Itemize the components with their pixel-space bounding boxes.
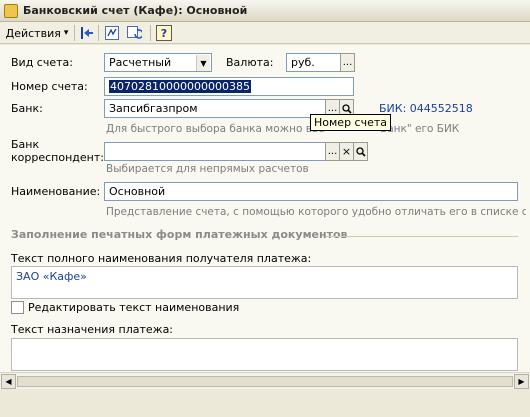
currency-value: руб. xyxy=(291,56,315,69)
help-button[interactable]: ? xyxy=(156,25,172,41)
scroll-left-icon[interactable]: ◀ xyxy=(1,374,16,389)
section-divider xyxy=(326,236,518,237)
bank-field[interactable]: Запсибгазпром xyxy=(104,99,326,118)
correspondent-clear-button[interactable]: × xyxy=(339,142,354,161)
bank-hint: Для быстрого выбора банка можно вве xyxy=(106,123,325,135)
edit-name-checkbox[interactable] xyxy=(11,301,24,314)
correspondent-hint: Выбирается для непрямых расчетов xyxy=(106,163,309,175)
window-bottom xyxy=(0,389,530,417)
name-field[interactable]: Основной xyxy=(104,182,518,201)
edit-name-checkbox-label[interactable]: Редактировать текст наименования xyxy=(28,301,239,314)
recipient-text-value: ЗАО «Кафе» xyxy=(16,270,87,283)
correspondent-bank-field[interactable] xyxy=(104,142,326,161)
bank-value: Запсибгазпром xyxy=(109,102,198,115)
correspondent-search-button[interactable] xyxy=(353,142,368,161)
recipient-text-label: Текст полного наименования получателя пл… xyxy=(11,252,312,265)
correspondent-label-line2: корреспондент: xyxy=(11,151,104,164)
toolbar-separator xyxy=(98,25,99,41)
purpose-text-area[interactable] xyxy=(11,338,518,371)
sync-icon[interactable] xyxy=(126,25,142,41)
purpose-text-label: Текст назначения платежа: xyxy=(11,323,174,336)
dropdown-arrow-icon[interactable]: ▼ xyxy=(196,55,210,71)
correspondent-select-button[interactable]: ... xyxy=(325,142,340,161)
window-title: Банковский счет (Кафе): Основной xyxy=(23,4,248,17)
currency-label: Валюта: xyxy=(226,56,274,69)
form-content: Вид счета: Расчетный ▼ Валюта: руб. ... … xyxy=(0,45,530,417)
search-icon xyxy=(355,146,366,157)
title-bar: Банковский счет (Кафе): Основной xyxy=(0,0,530,22)
search-icon xyxy=(341,103,352,114)
account-type-value: Расчетный xyxy=(109,56,172,69)
toolbar-separator xyxy=(150,25,151,41)
account-type-label: Вид счета: xyxy=(11,56,73,69)
app-icon xyxy=(4,4,18,18)
recipient-text-area[interactable]: ЗАО «Кафе» xyxy=(11,266,518,299)
currency-select-button[interactable]: ... xyxy=(340,53,355,72)
bank-hint-tail: Банк" его БИК xyxy=(380,123,460,135)
horizontal-scrollbar[interactable]: ◀ ▶ xyxy=(0,372,530,389)
formula-icon[interactable] xyxy=(104,25,120,41)
account-number-value: 40702810000000000385 xyxy=(109,80,251,93)
toolbar-separator xyxy=(74,25,75,41)
actions-label: Действия xyxy=(5,26,61,40)
correspondent-label-line1: Банк xyxy=(11,138,40,151)
chevron-down-icon: ▾ xyxy=(63,28,69,38)
name-value: Основной xyxy=(109,185,166,198)
scroll-right-icon[interactable]: ▶ xyxy=(514,374,529,389)
bik-text: БИК: 044552518 xyxy=(379,102,473,115)
name-hint: Представление счета, с помощью которого … xyxy=(106,206,526,218)
account-number-field[interactable]: 40702810000000000385 xyxy=(104,77,354,96)
go-back-icon[interactable] xyxy=(79,25,95,41)
tooltip: Номер счета xyxy=(310,114,392,131)
account-number-label: Номер счета: xyxy=(11,80,88,93)
print-section-title: Заполнение печатных форм платежных докум… xyxy=(11,228,348,241)
scroll-thumb[interactable] xyxy=(17,376,513,387)
currency-field[interactable]: руб. xyxy=(286,53,341,72)
name-label: Наименование: xyxy=(11,185,101,198)
close-icon: × xyxy=(341,145,352,158)
actions-menu-button[interactable]: Действия ▾ xyxy=(4,24,70,42)
account-type-select[interactable]: Расчетный ▼ xyxy=(104,53,212,72)
toolbar: Действия ▾ ? xyxy=(0,22,530,44)
bank-label: Банк: xyxy=(11,102,43,115)
